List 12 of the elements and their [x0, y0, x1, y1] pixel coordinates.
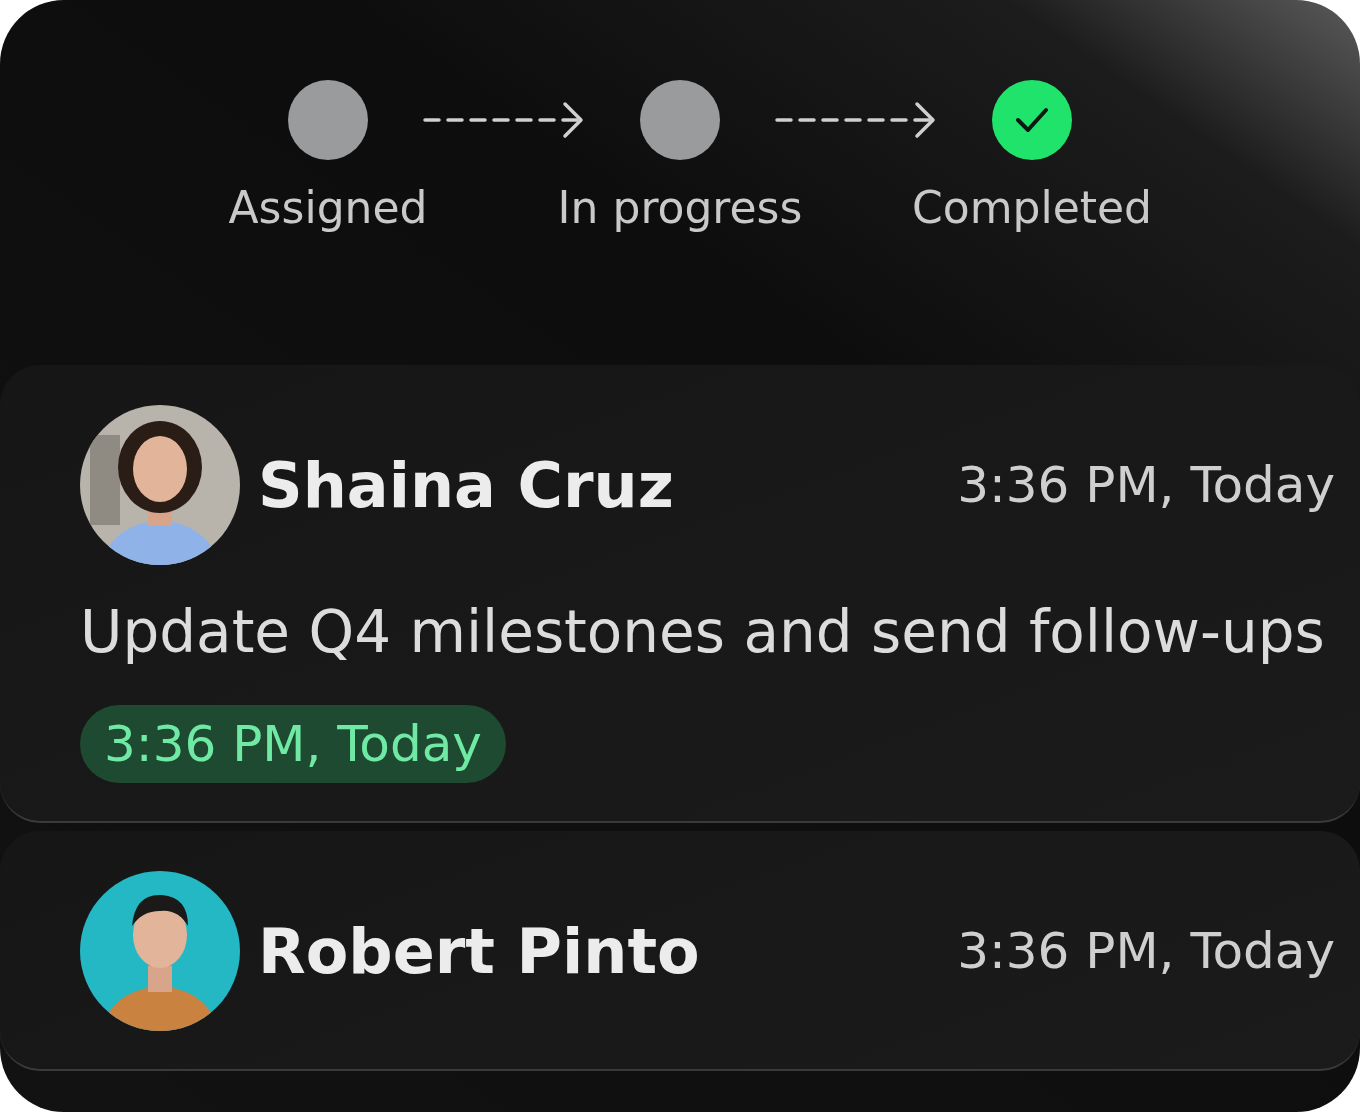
dashed-arrow-icon — [423, 100, 585, 140]
step-label: Completed — [912, 182, 1152, 235]
assignee-name: Robert Pinto — [258, 914, 700, 988]
task-title: Update Q4 milestones and send follow-ups — [80, 597, 1326, 668]
assignee-name: Shaina Cruz — [258, 448, 674, 522]
step-label: In progress — [557, 182, 803, 235]
task-time: 3:36 PM, Today — [957, 922, 1335, 980]
time-badge: 3:36 PM, Today — [80, 705, 506, 783]
task-time: 3:36 PM, Today — [957, 456, 1335, 514]
check-icon — [1015, 107, 1049, 133]
dashed-arrow-icon — [775, 100, 937, 140]
step-label: Assigned — [228, 182, 428, 235]
